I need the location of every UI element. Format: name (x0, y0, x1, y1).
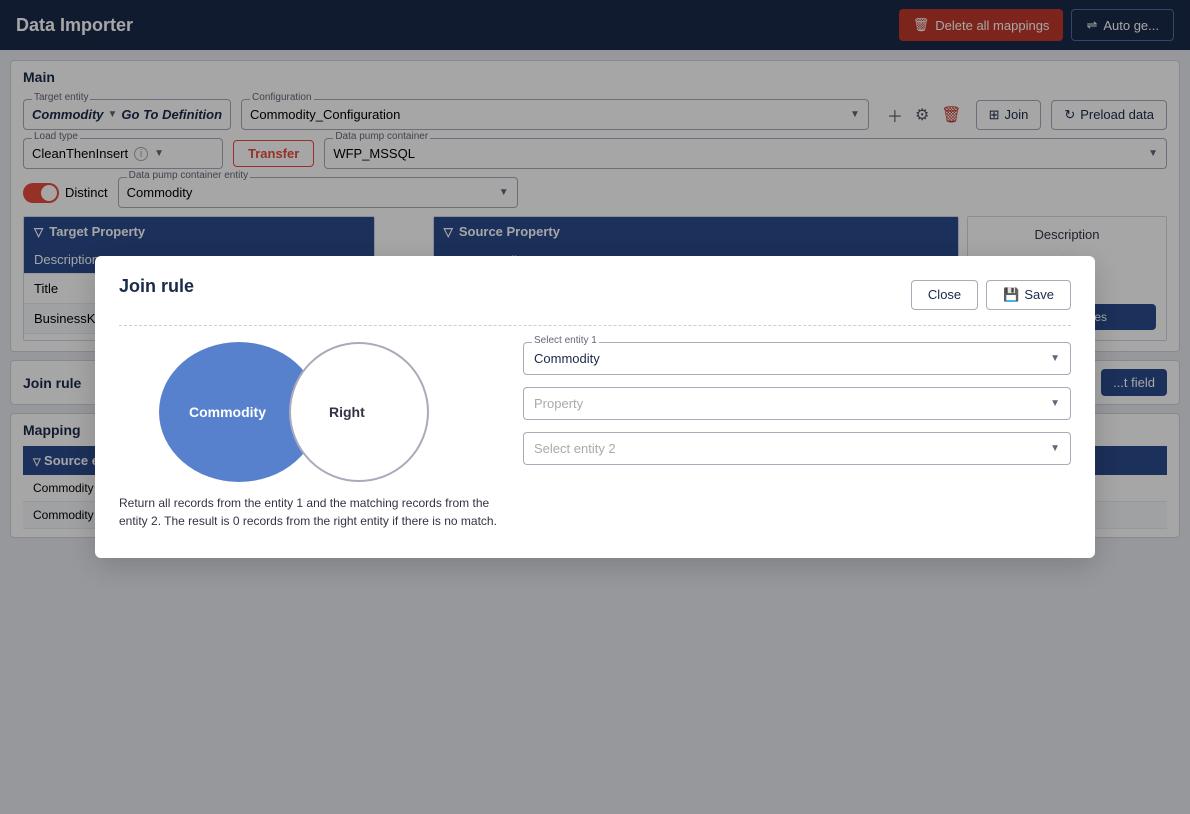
modal-overlay: Join rule Close 💾 Save (0, 0, 1190, 814)
entity1-dropdown-label: Select entity 1 (532, 335, 599, 346)
modal-title: Join rule (119, 276, 194, 297)
modal-close-button[interactable]: Close (911, 280, 978, 310)
entity2-chevron-icon: ▼ (1050, 443, 1060, 454)
modal-divider (119, 325, 1071, 326)
save-icon: 💾 (1003, 287, 1019, 303)
modal-description: Return all records from the entity 1 and… (119, 494, 499, 530)
entity1-dropdown-value: Commodity (534, 351, 600, 366)
modal-header: Join rule Close 💾 Save (119, 276, 1071, 313)
venn-diagram: Commodity Right (119, 342, 499, 482)
entity2-dropdown-placeholder: Select entity 2 (534, 441, 616, 456)
property-chevron-icon: ▼ (1050, 398, 1060, 409)
entity1-chevron-icon: ▼ (1050, 353, 1060, 364)
venn-right-label: Right (329, 404, 365, 420)
modal-body: Commodity Right Return all records from … (119, 342, 1071, 530)
modal-save-button[interactable]: 💾 Save (986, 280, 1071, 310)
select-entity1-dropdown[interactable]: Select entity 1 Commodity ▼ (523, 342, 1071, 375)
property-dropdown[interactable]: Property ▼ (523, 387, 1071, 420)
property-dropdown-placeholder: Property (534, 396, 583, 411)
venn-left-label: Commodity (189, 404, 266, 420)
modal-right-panel: Select entity 1 Commodity ▼ Property ▼ S… (523, 342, 1071, 530)
select-entity2-dropdown[interactable]: Select entity 2 ▼ (523, 432, 1071, 465)
join-rule-modal: Join rule Close 💾 Save (95, 256, 1095, 558)
modal-actions: Close 💾 Save (911, 280, 1071, 310)
modal-left-panel: Commodity Right Return all records from … (119, 342, 499, 530)
